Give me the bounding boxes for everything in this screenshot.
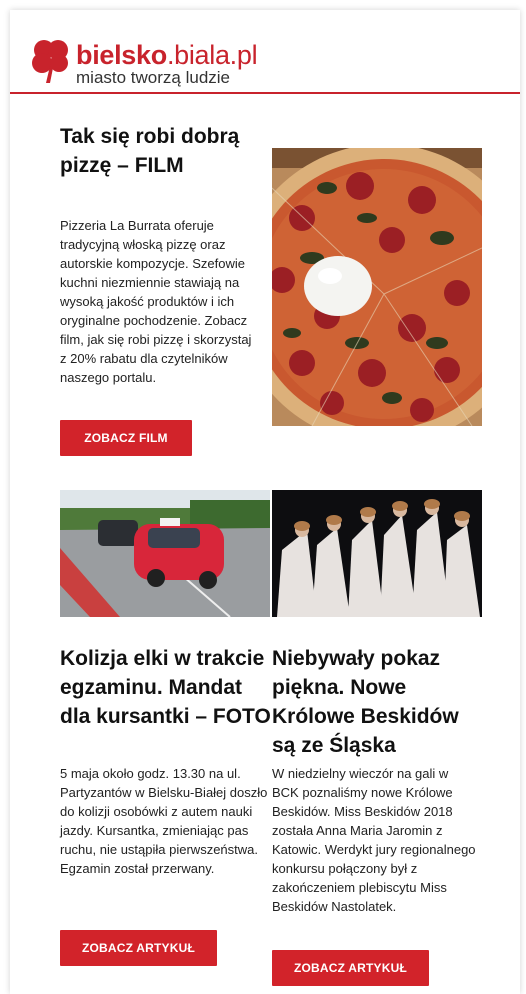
article-title-collision[interactable]: Kolizja elki w trakcie egzaminu. Mandat … <box>60 644 272 731</box>
logo-name[interactable]: bielsko.biala.pl <box>76 40 258 71</box>
car-collision-photo[interactable] <box>60 490 270 617</box>
logo-tagline: miasto tworzą ludzie <box>76 68 231 87</box>
article-body-pageant: W niedzielny wieczór na gali w BCK pozna… <box>272 766 476 914</box>
read-article-button-pageant[interactable]: ZOBACZ ARTYKUŁ <box>272 950 429 986</box>
watch-film-button[interactable]: ZOBACZ FILM <box>60 420 192 456</box>
pizza-photo[interactable] <box>272 148 482 426</box>
article-title-pizza[interactable]: Tak się robi dobrą pizzę – FILM <box>60 122 250 180</box>
header: bielsko.biala.pl miasto tworzą ludzie <box>10 10 520 94</box>
beauty-pageant-photo[interactable] <box>272 490 482 617</box>
article-title-pageant[interactable]: Niebywały pokaz piękna. Nowe Królowe Bes… <box>272 644 487 760</box>
article-body-collision: 5 maja około godz. 13.30 na ul. Partyzan… <box>60 766 268 876</box>
clover-logo-icon[interactable] <box>32 38 70 84</box>
newsletter-frame: bielsko.biala.pl miasto tworzą ludzie Ta… <box>10 10 520 994</box>
article-body-pizza: Pizzeria La Burrata oferuje tradycyjną w… <box>60 218 252 385</box>
read-article-button-collision[interactable]: ZOBACZ ARTYKUŁ <box>60 930 217 966</box>
header-divider <box>10 92 520 94</box>
